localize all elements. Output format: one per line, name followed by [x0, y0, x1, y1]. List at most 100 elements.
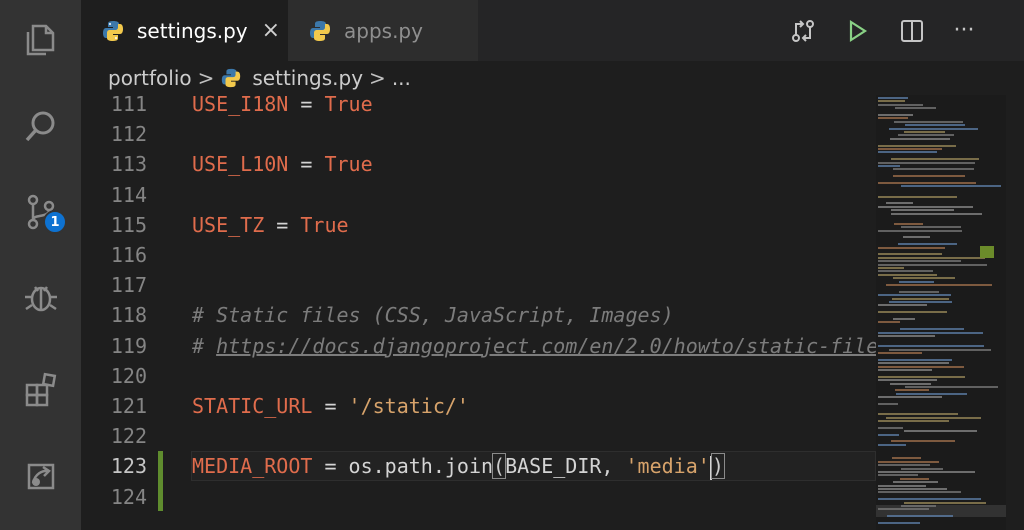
line-number: 122 [110, 424, 147, 449]
minimap-line [889, 301, 952, 303]
line-content: USE_L10N = True [192, 149, 373, 179]
run-icon[interactable] [837, 0, 877, 61]
minimap-line [893, 175, 965, 178]
minimap-line [878, 443, 906, 446]
code-line[interactable]: 112 [81, 119, 876, 149]
token-op: = [288, 95, 325, 116]
minimap-line [904, 131, 945, 133]
minimap-line [900, 328, 964, 331]
minimap-line [878, 420, 949, 422]
token-com: # Static files (CSS, JavaScript, Images) [192, 303, 674, 328]
minimap-line [895, 107, 936, 110]
token-op: = [312, 454, 349, 479]
minimap-line [899, 280, 934, 283]
extensions-icon[interactable] [0, 355, 81, 425]
minimap-line [878, 365, 964, 368]
debug-icon[interactable] [0, 262, 81, 332]
minimap-line [878, 114, 913, 116]
minimap-line [878, 100, 905, 103]
minimap-line [878, 474, 918, 477]
minimap-line [878, 522, 920, 524]
code-line[interactable]: 115 USE_TZ = True [81, 210, 876, 240]
minimap-line [878, 263, 987, 266]
minimap-line [878, 379, 937, 382]
minimap-line [893, 481, 938, 484]
tab-label: settings.py [137, 18, 248, 43]
code-line[interactable]: 121 STATIC_URL = '/static/' [81, 391, 876, 421]
code-line[interactable]: 114 [81, 180, 876, 210]
minimap-line [886, 284, 992, 286]
code-line[interactable]: 119 # https://docs.djangoproject.com/en/2… [81, 331, 876, 361]
minimap-line [878, 345, 984, 348]
source-control-icon[interactable]: 1 [0, 177, 81, 247]
minimap[interactable] [876, 95, 1006, 530]
line-number: 114 [110, 182, 147, 207]
code-line[interactable]: 120 [81, 361, 876, 391]
tab-apps-py[interactable]: apps.py [288, 0, 478, 61]
minimap-line [878, 273, 937, 276]
breadcrumb-folder[interactable]: portfolio [108, 66, 192, 90]
split-editor-icon[interactable] [892, 0, 932, 61]
minimap-line [878, 103, 923, 106]
code-line[interactable]: 123 MEDIA_ROOT = os.path.join(BASE_DIR, '… [81, 451, 876, 512]
minimap-line [878, 413, 958, 416]
minimap-line [905, 124, 965, 127]
minimap-line [886, 416, 981, 419]
minimap-line [889, 127, 978, 130]
tab-settings-py[interactable]: settings.py × [81, 0, 288, 61]
minimap-line [878, 498, 981, 501]
token-kw: True [300, 212, 349, 237]
code-line[interactable]: 117 [81, 270, 876, 300]
minimap-line [891, 440, 955, 443]
minimap-line [898, 243, 957, 246]
minimap-line [878, 267, 904, 269]
minimap-line [901, 505, 936, 507]
line-content: MEDIA_ROOT = os.path.join(BASE_DIR, 'med… [192, 451, 725, 481]
token-op: = [312, 394, 349, 418]
minimap-line [878, 488, 947, 490]
explorer-icon[interactable] [0, 5, 81, 75]
breadcrumb-symbol[interactable]: ... [392, 66, 411, 90]
minimap-line [892, 297, 949, 300]
minimap-line [889, 348, 991, 351]
line-number: 121 [110, 394, 147, 418]
token-paren: ) [710, 453, 725, 480]
minimap-line [878, 396, 942, 399]
code-line[interactable]: 113 USE_L10N = True [81, 149, 876, 179]
chevron-right-icon: > [197, 66, 215, 90]
code-line[interactable]: 116 [81, 240, 876, 270]
compare-changes-icon[interactable] [783, 0, 823, 61]
minimap-line [878, 246, 945, 249]
token-const: USE_I18N [192, 95, 289, 116]
minimap-line [904, 501, 986, 504]
token-const: MEDIA_ROOT [192, 454, 313, 479]
minimap-line [878, 403, 898, 405]
token-const: STATIC_URL [192, 394, 313, 418]
tab-bar: settings.py × apps.py ··· [81, 0, 1024, 61]
breadcrumb-file[interactable]: settings.py [252, 66, 363, 90]
minimap-line [893, 277, 955, 280]
token-com: # [192, 333, 217, 358]
code-line[interactable]: 122 [81, 421, 876, 451]
minimap-line [878, 151, 937, 154]
minimap-line [901, 185, 1001, 188]
code-line[interactable]: 118 # Static files (CSS, JavaScript, Imag… [81, 300, 876, 330]
minimap-line [901, 467, 943, 470]
chevron-right-icon: > [369, 66, 386, 90]
close-icon[interactable]: × [262, 18, 280, 43]
token-kw: True [324, 152, 373, 177]
line-number: 113 [110, 152, 147, 177]
minimap-line [895, 389, 929, 392]
line-number: 116 [110, 243, 147, 267]
search-icon[interactable] [0, 92, 81, 162]
code-line[interactable]: 124 [81, 482, 876, 512]
minimap-line [878, 426, 903, 429]
source-control-badge: 1 [43, 210, 67, 234]
more-actions-icon[interactable]: ··· [944, 0, 984, 61]
remote-icon[interactable] [0, 440, 81, 510]
breadcrumb: portfolio > settings.py > ... [81, 61, 1024, 95]
code-line[interactable]: 111 USE_I18N = True [81, 95, 876, 119]
minimap-line [886, 202, 913, 205]
code-editor[interactable]: 111 USE_I18N = True 112 113 USE_L10N = True 1… [81, 95, 876, 530]
minimap-line [878, 148, 942, 150]
